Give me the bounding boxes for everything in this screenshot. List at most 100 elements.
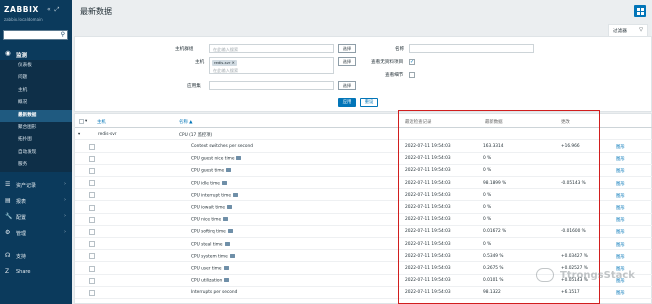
header-name[interactable]: 名称 ▲ bbox=[179, 119, 193, 125]
submenu-latest-data[interactable]: 最新数据 bbox=[0, 109, 72, 122]
application-group: CPU (17 监控项) bbox=[179, 132, 213, 138]
submenu-screens[interactable]: 聚合图形 bbox=[0, 122, 72, 134]
kiosk-mode-icon[interactable]: ⤢ bbox=[55, 6, 60, 14]
menu-administration[interactable]: ⚙ 管理 › bbox=[0, 227, 72, 239]
tag-icon[interactable] bbox=[224, 278, 230, 283]
show-details-checkbox[interactable] bbox=[409, 72, 415, 78]
host-select-button[interactable]: 选择 bbox=[338, 57, 356, 66]
tag-icon[interactable] bbox=[221, 180, 227, 185]
graph-link[interactable]: 图形 bbox=[616, 229, 625, 235]
tag-icon[interactable] bbox=[233, 192, 239, 197]
graph-link[interactable]: 图形 bbox=[616, 242, 625, 248]
host-name: redis-svr bbox=[98, 131, 117, 137]
item-name-text: CPU softirq time bbox=[191, 229, 226, 235]
layout-toggle-button[interactable] bbox=[634, 5, 646, 17]
row-checkbox[interactable] bbox=[89, 265, 95, 272]
submenu-discovery[interactable]: 自动发现 bbox=[0, 147, 72, 159]
apply-button[interactable]: 应用 bbox=[338, 98, 356, 107]
item-last-value: 0 % bbox=[483, 156, 492, 162]
host-group-select-button[interactable]: 选择 bbox=[338, 44, 356, 53]
submenu-maps[interactable]: 拓扑图 bbox=[0, 134, 72, 146]
graph-link[interactable]: 图形 bbox=[616, 290, 625, 296]
row-checkbox[interactable] bbox=[89, 289, 95, 296]
submenu-dashboard[interactable]: 仪表板 bbox=[0, 60, 72, 72]
row-checkbox[interactable] bbox=[89, 180, 95, 187]
row-checkbox[interactable] bbox=[89, 228, 95, 235]
header-last-value: 最新数据 bbox=[485, 120, 503, 125]
host-input[interactable]: redis-svr ✕ 在此输入搜索 bbox=[209, 57, 334, 74]
row-checkbox[interactable] bbox=[89, 253, 95, 260]
item-name-text: Interrupts per second bbox=[191, 290, 238, 296]
list-icon: ☰ bbox=[5, 181, 11, 188]
graph-link[interactable]: 图形 bbox=[616, 144, 625, 150]
filter-tab[interactable]: 过滤器 ▽ bbox=[608, 24, 648, 36]
collapse-sidebar-icon[interactable]: « bbox=[47, 6, 51, 14]
expand-host-icon[interactable]: ▾ bbox=[78, 132, 80, 137]
row-checkbox[interactable] bbox=[89, 143, 95, 150]
zabbix-logo[interactable]: ZABBIX bbox=[4, 5, 39, 14]
menu-monitoring[interactable]: ◉ 监测 bbox=[0, 48, 72, 59]
reset-button[interactable]: 重设 bbox=[360, 98, 378, 107]
item-last-check: 2022-07-11 19:54:03 bbox=[405, 253, 451, 259]
name-input[interactable] bbox=[409, 44, 534, 53]
graph-link[interactable]: 图形 bbox=[616, 193, 625, 199]
submenu-hosts[interactable]: 主机 bbox=[0, 85, 72, 97]
submenu-overview[interactable]: 概况 bbox=[0, 97, 72, 109]
menu-share[interactable]: Z Share bbox=[0, 266, 72, 278]
row-checkbox[interactable] bbox=[89, 241, 95, 248]
table-row: CPU nice time 2022-07-11 19:54:03 0 % 图形 bbox=[75, 214, 652, 226]
menu-support[interactable]: ☊ 支持 bbox=[0, 250, 72, 262]
item-name: CPU system time bbox=[191, 253, 235, 259]
item-last-check: 2022-07-11 19:54:03 bbox=[405, 278, 451, 284]
row-checkbox[interactable] bbox=[89, 216, 95, 223]
header-last-check: 最近检查记录 bbox=[405, 120, 432, 125]
search-icon[interactable]: ⚲ bbox=[61, 31, 65, 38]
application-select-button[interactable]: 选择 bbox=[338, 81, 356, 90]
submenu-services[interactable]: 服务 bbox=[0, 159, 72, 171]
row-checkbox[interactable] bbox=[89, 192, 95, 199]
item-name: CPU iowait time bbox=[191, 205, 233, 211]
table-row: CPU system time 2022-07-11 19:54:03 0.5349… bbox=[75, 250, 652, 263]
tag-icon[interactable] bbox=[227, 229, 233, 234]
graph-link[interactable]: 图形 bbox=[616, 205, 625, 211]
host-group-input[interactable]: 在此输入搜索 bbox=[209, 44, 334, 53]
table-row: CPU interrupt time 2022-07-11 19:54:03 0 %… bbox=[75, 189, 652, 202]
graph-link[interactable]: 图形 bbox=[616, 168, 625, 174]
menu-configuration[interactable]: 🔧 配置 › bbox=[0, 211, 72, 223]
row-checkbox[interactable] bbox=[89, 167, 95, 174]
item-name-text: CPU idle time bbox=[191, 181, 220, 187]
item-last-check: 2022-07-11 19:54:03 bbox=[405, 192, 451, 198]
menu-reports[interactable]: ▤ 报表 › bbox=[0, 195, 72, 207]
show-no-data-checkbox[interactable]: ✓ bbox=[409, 59, 415, 65]
graph-link[interactable]: 图形 bbox=[616, 181, 625, 187]
submenu-problems[interactable]: 问题 bbox=[0, 72, 72, 84]
menu-inventory[interactable]: ☰ 资产记录 › bbox=[0, 179, 72, 191]
tag-icon[interactable] bbox=[229, 253, 235, 258]
graph-link[interactable]: 图形 bbox=[616, 254, 625, 260]
application-input[interactable] bbox=[209, 81, 334, 90]
tag-icon[interactable] bbox=[227, 205, 233, 209]
graph-link[interactable]: 图形 bbox=[616, 217, 625, 223]
menu-configuration-label: 配置 bbox=[16, 215, 27, 221]
tag-icon[interactable] bbox=[223, 217, 229, 222]
sidebar-search-input[interactable]: ⚲ bbox=[3, 30, 68, 40]
tag-icon[interactable] bbox=[226, 168, 232, 173]
row-checkbox[interactable] bbox=[89, 204, 95, 211]
menu-monitoring-label: 监测 bbox=[16, 53, 28, 59]
tag-icon[interactable] bbox=[223, 266, 229, 270]
item-change: -0.05143 % bbox=[561, 180, 586, 186]
menu-support-label: 支持 bbox=[16, 254, 27, 260]
item-last-value: 163.3314 bbox=[483, 144, 504, 149]
row-checkbox[interactable] bbox=[89, 277, 95, 284]
host-tag[interactable]: redis-svr ✕ bbox=[212, 60, 237, 66]
graph-link[interactable]: 图形 bbox=[616, 156, 625, 162]
tag-icon[interactable] bbox=[236, 156, 242, 161]
tag-icon[interactable] bbox=[224, 241, 230, 246]
row-checkbox[interactable] bbox=[89, 155, 95, 162]
header-change: 更改 bbox=[561, 120, 570, 125]
host-row: ▾ redis-svr CPU (17 监控项) bbox=[75, 128, 652, 141]
expand-all-icon[interactable]: ▾ bbox=[85, 119, 87, 124]
select-all-checkbox[interactable] bbox=[79, 119, 84, 124]
item-last-check: 2022-07-11 19:54:03 bbox=[405, 266, 451, 271]
header-host[interactable]: 主机 bbox=[97, 119, 106, 125]
